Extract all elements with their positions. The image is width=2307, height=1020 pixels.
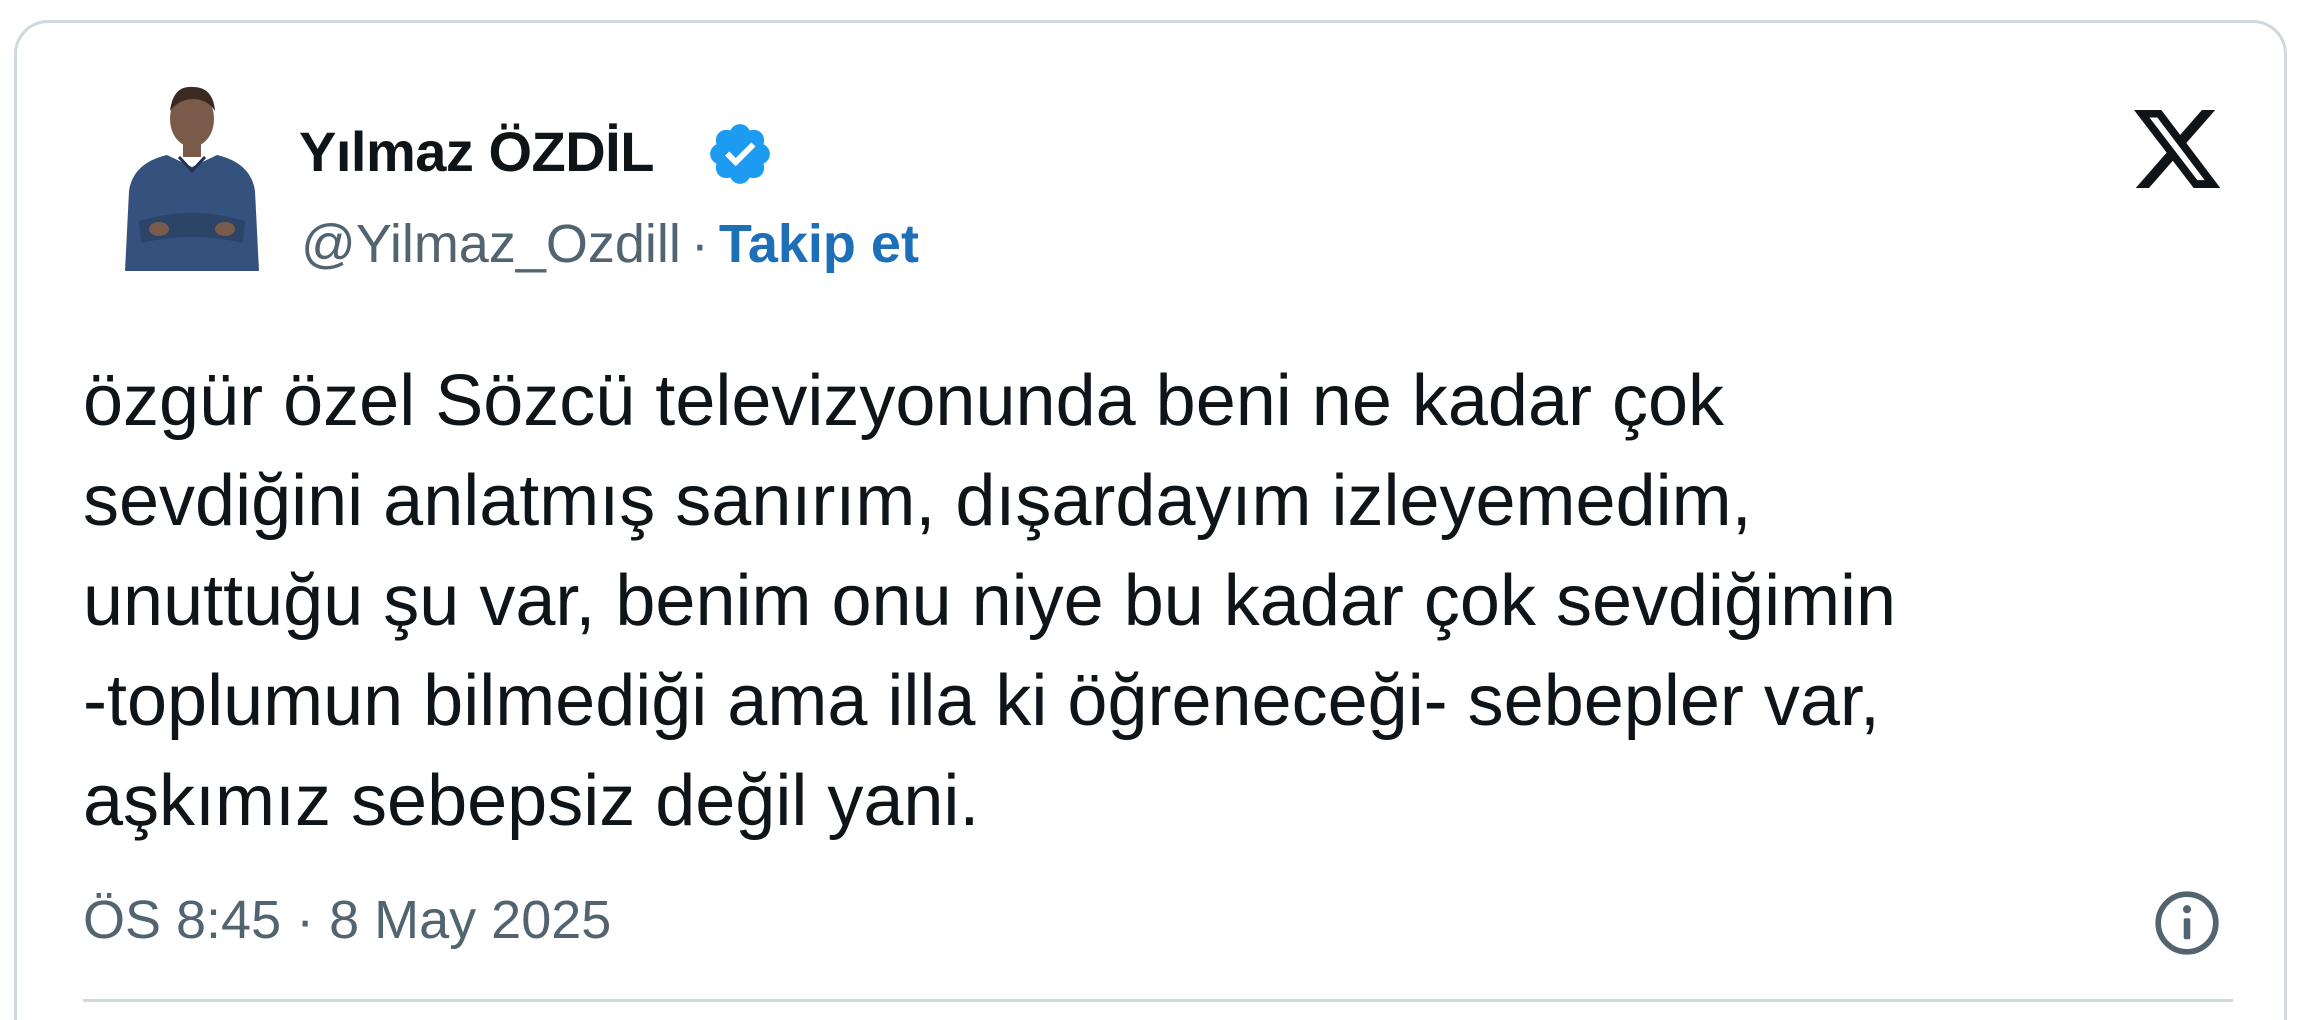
author-handle[interactable]: @Yilmaz_Ozdill (301, 214, 681, 274)
tweet-line: aşkımız sebepsiz değil yani. (83, 761, 980, 841)
author-name[interactable]: Yılmaz ÖZDİL (299, 119, 654, 184)
info-icon[interactable] (2151, 887, 2223, 959)
tweet-line: özgür özel Sözcü televizyonunda beni ne … (83, 361, 1725, 441)
handle-row: @Yilmaz_Ozdill · Takip et (301, 213, 919, 275)
avatar[interactable] (107, 71, 277, 271)
separator-dot: · (690, 214, 709, 274)
tweet-timestamp[interactable]: ÖS 8:45 · 8 May 2025 (83, 889, 611, 951)
verified-badge-icon (710, 124, 770, 184)
tweet-line: -toplumun bilmediği ama illa ki öğrenece… (83, 661, 1880, 741)
x-logo-icon[interactable] (2129, 101, 2225, 197)
follow-button[interactable]: Takip et (719, 214, 919, 274)
tweet-card: Yılmaz ÖZDİL @Yilmaz_Ozdill · Takip et özg… (14, 20, 2287, 1020)
tweet-line: unuttuğu şu var, benim onu niye bu kadar… (83, 561, 1897, 641)
tweet-line: sevdiğini anlatmış sanırım, dışardayım i… (83, 461, 1752, 541)
tweet-text: özgür özel Sözcü televizyonunda beni ne … (83, 351, 2243, 851)
divider (83, 999, 2233, 1002)
